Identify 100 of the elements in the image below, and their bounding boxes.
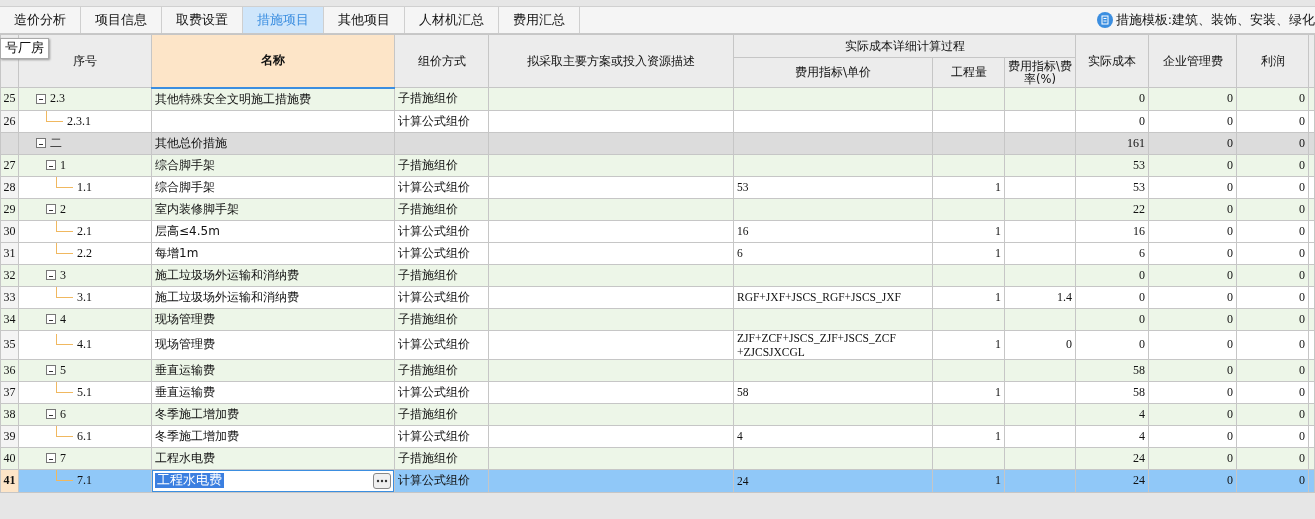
row-number: 40 (0, 447, 19, 469)
table-cell: 0 (1148, 286, 1237, 308)
row-number: 34 (0, 308, 19, 330)
table-cell: 1 (932, 330, 1005, 359)
row-number: 25 (0, 87, 19, 110)
column-header[interactable]: 费用指标\单价 (733, 57, 933, 88)
table-cell: 0 (1148, 381, 1237, 403)
item-code: 2.3 (50, 91, 65, 107)
table-cell: 0 (1236, 242, 1309, 264)
collapse-toggle[interactable] (36, 138, 46, 148)
item-code: 7.1 (77, 473, 92, 488)
table-cell: 计算公式组价 (394, 220, 489, 242)
column-header[interactable]: 实际成本 (1075, 34, 1149, 88)
tree-line (56, 426, 73, 437)
collapse-toggle[interactable] (46, 314, 56, 324)
item-code: 1 (60, 157, 66, 173)
item-code: 3.1 (77, 289, 92, 305)
table-cell: 计算公式组价 (394, 242, 489, 264)
item-code: 4 (60, 311, 66, 327)
column-header[interactable]: 企业管理费 (1148, 34, 1237, 88)
tree-line (56, 287, 73, 298)
item-code: 6 (60, 406, 66, 422)
more-button[interactable] (373, 472, 391, 489)
name-input[interactable]: 工程水电费 (155, 473, 224, 488)
collapse-toggle[interactable] (46, 365, 56, 375)
table-cell: 4 (1075, 425, 1149, 447)
table-cell: 16 (1075, 220, 1149, 242)
table-cell: 层高≤4.5m (151, 220, 395, 242)
tree-line (56, 470, 73, 481)
row-number: 28 (0, 176, 19, 198)
table-cell: 0 (1236, 330, 1309, 359)
collapse-toggle[interactable] (36, 93, 46, 104)
column-header[interactable]: 利润 (1236, 34, 1309, 88)
table-cell: 其他总价措施 (151, 132, 395, 154)
table-cell: 0 (1004, 330, 1076, 359)
ellipsis-icon (376, 478, 388, 483)
tree-line (46, 111, 63, 122)
table-cell: 0 (1148, 176, 1237, 198)
table-cell: 冬季施工增加费 (151, 403, 395, 425)
table-cell: 0 (1075, 330, 1149, 359)
table-cell: 施工垃圾场外运输和消纳费 (151, 286, 395, 308)
column-header[interactable]: 名称 (151, 34, 395, 88)
collapse-toggle[interactable] (46, 409, 56, 419)
table-cell: 1.4 (1004, 286, 1076, 308)
table-cell: 1 (932, 381, 1005, 403)
table-cell: 每增1m (151, 242, 395, 264)
table-cell: 计算公式组价 (394, 381, 489, 403)
item-code: 3 (60, 267, 66, 283)
table-cell: 53 (733, 176, 933, 198)
item-code: 1.1 (77, 179, 92, 195)
table-cell: 16 (733, 220, 933, 242)
table-cell: 0 (1236, 220, 1309, 242)
table-cell: 6 (1075, 242, 1149, 264)
row-number: 26 (0, 110, 19, 132)
table-cell: 1 (932, 220, 1005, 242)
row-number: 31 (0, 242, 19, 264)
row-number: 41 (0, 469, 19, 492)
collapse-toggle[interactable] (46, 453, 56, 463)
item-code: 2.3.1 (67, 113, 91, 129)
table-cell: 施工垃圾场外运输和消纳费 (151, 264, 395, 286)
column-header[interactable]: 组价方式 (394, 34, 489, 88)
table-cell: 58 (1075, 381, 1149, 403)
table-cell: 1 (932, 242, 1005, 264)
table-cell: 计算公式组价 (394, 176, 489, 198)
table-cell: 1 (932, 176, 1005, 198)
table-cell: 垂直运输费 (151, 359, 395, 381)
table-cell: 综合脚手架 (151, 176, 395, 198)
column-header[interactable]: 工程量 (932, 57, 1005, 88)
column-group-header: 实际成本详细计算过程 (733, 34, 1076, 58)
item-code: 2.2 (77, 245, 92, 261)
table-cell: 4 (733, 425, 933, 447)
item-code: 2.1 (77, 223, 92, 239)
collapse-toggle[interactable] (46, 270, 56, 280)
table-cell: 6 (733, 242, 933, 264)
table-cell: 计算公式组价 (394, 110, 489, 132)
table-cell: 0 (1148, 330, 1237, 359)
template-label: 措施模板:建筑、装饰、安装、绿化 (1115, 11, 1315, 29)
collapse-toggle[interactable] (46, 204, 56, 214)
row-number: 36 (0, 359, 19, 381)
table-cell: 垂直运输费 (151, 381, 395, 403)
table-cell: 现场管理费 (151, 308, 395, 330)
row-number: 33 (0, 286, 19, 308)
table-cell: 53 (1075, 176, 1149, 198)
table-cell: 计算公式组价 (394, 425, 489, 447)
table-cell: 0 (1236, 176, 1309, 198)
collapse-toggle[interactable] (46, 160, 56, 170)
column-header[interactable]: 拟采取主要方案或投入资源描述 (488, 34, 734, 88)
column-header[interactable]: 费用指标\费率(%) (1004, 57, 1076, 88)
table-cell: 0 (1148, 110, 1237, 132)
list-icon[interactable] (1096, 12, 1113, 28)
row-number: 37 (0, 381, 19, 403)
table-cell: 工程水电费 (151, 447, 395, 469)
table-cell: 0 (1075, 286, 1149, 308)
table-cell: 0 (1236, 110, 1309, 132)
table-cell: 24 (733, 469, 933, 492)
item-code: 4.1 (77, 337, 92, 352)
table-cell: 0 (1148, 242, 1237, 264)
table-cell: 其他特殊安全文明施工措施费 (151, 87, 395, 110)
table-cell: 1 (932, 425, 1005, 447)
tree-line (56, 382, 73, 393)
